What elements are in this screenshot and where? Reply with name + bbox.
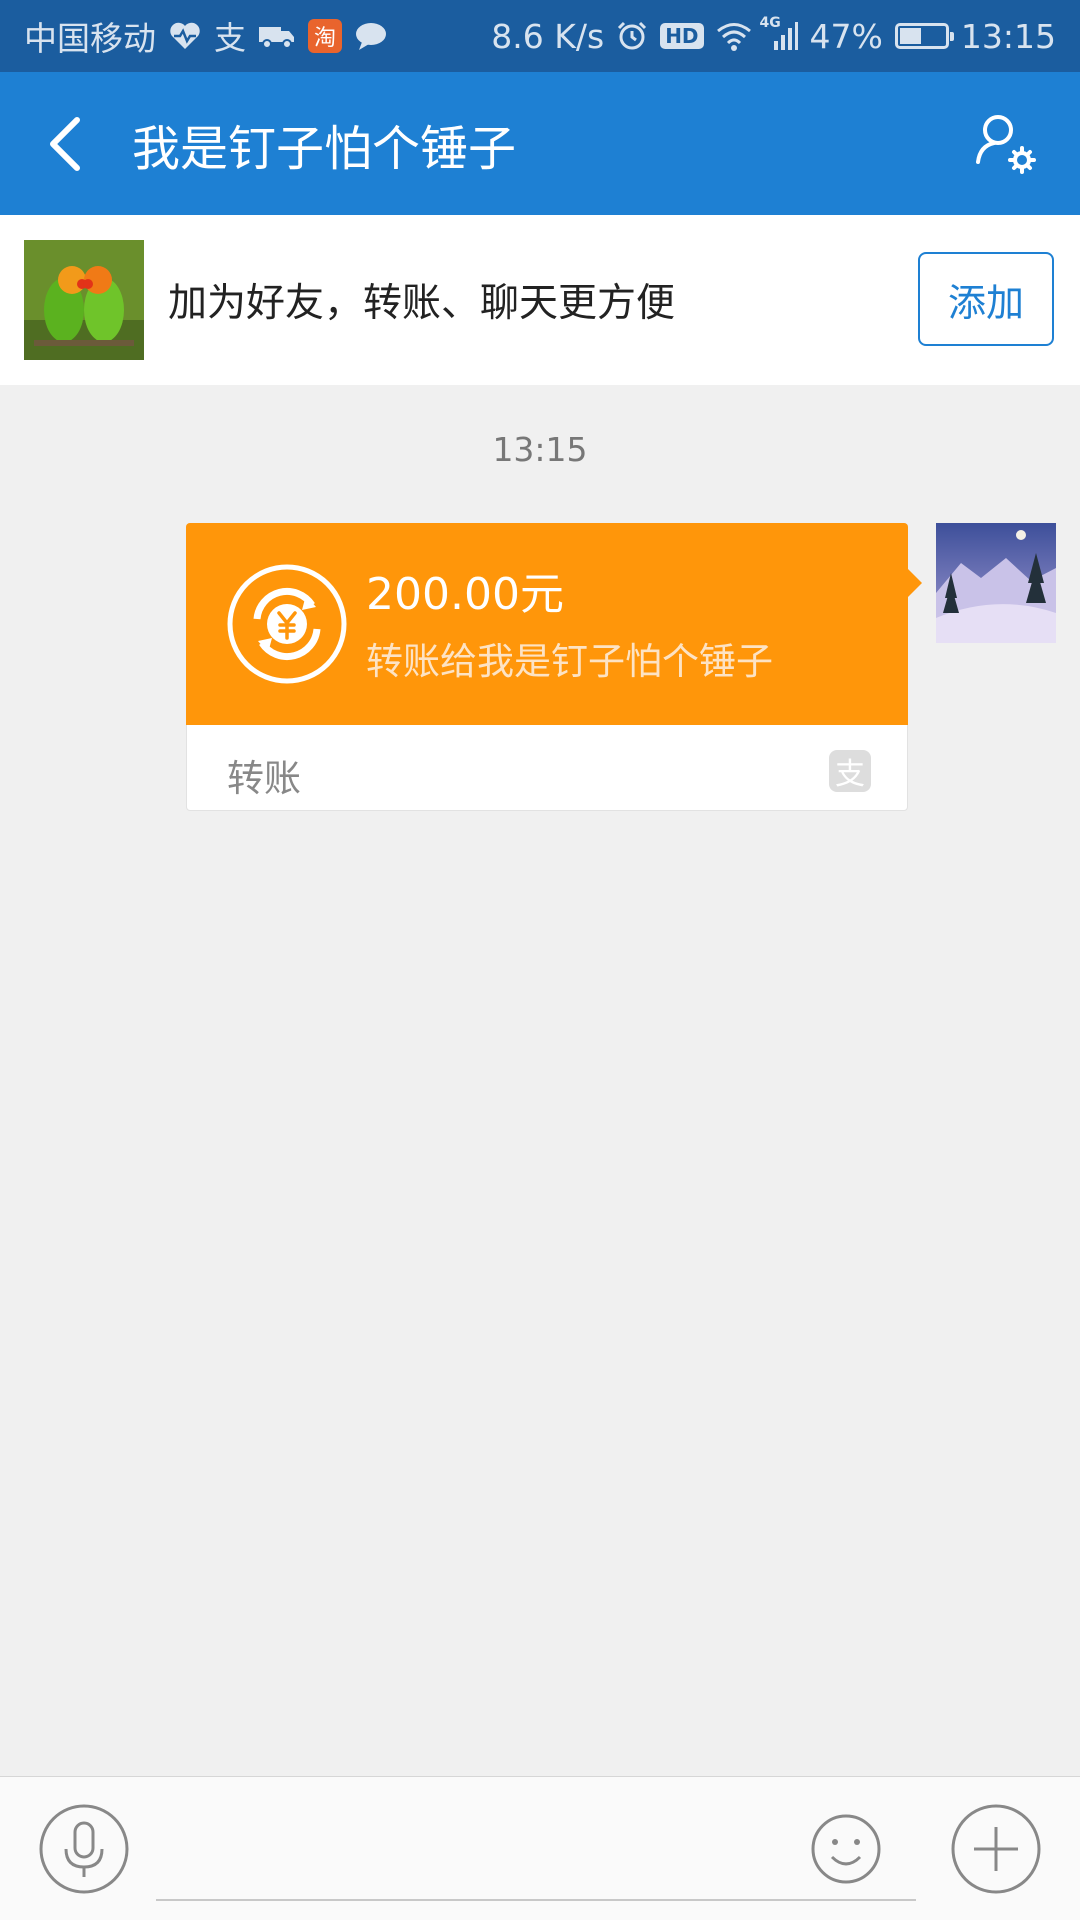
- add-friend-banner: 加为好友，转账、聊天更方便 添加: [0, 215, 1080, 385]
- transfer-yuan-icon: [227, 564, 347, 684]
- signal-icon: 4G: [760, 15, 798, 51]
- transfer-amount: 200.00元: [366, 569, 564, 620]
- microphone-icon: [39, 1804, 129, 1894]
- message-text-field[interactable]: [156, 1797, 916, 1901]
- chevron-left-icon: [50, 116, 80, 171]
- plus-icon: [951, 1804, 1041, 1894]
- hd-icon: HD: [660, 23, 704, 49]
- message-timestamp: 13:15: [492, 430, 588, 469]
- transfer-message-card[interactable]: 200.00元 转账给我是钉子怕个锤子 转账 支: [186, 523, 922, 811]
- battery-percent: 47%: [809, 16, 883, 56]
- add-friend-prompt: 加为好友，转账、聊天更方便: [168, 281, 676, 326]
- message-input-bar: [0, 1776, 1080, 1920]
- status-right: 8.6 K/s HD 4G 47% 13:15: [491, 15, 1056, 56]
- voice-input-button[interactable]: [38, 1803, 130, 1895]
- page-title: 我是钉子怕个锤子: [132, 120, 517, 177]
- transfer-description: 转账给我是钉子怕个锤子: [366, 640, 773, 683]
- user-settings-icon: [976, 115, 1036, 174]
- wifi-icon: [716, 21, 752, 51]
- alipay-logo-icon: 支: [829, 750, 871, 792]
- profile-settings-button[interactable]: [972, 110, 1040, 178]
- network-speed: 8.6 K/s: [491, 16, 605, 56]
- status-time: 13:15: [960, 16, 1056, 56]
- status-bar: 中国移动 支 淘 8.6 K/s HD 4G 47% 13:15: [0, 0, 1080, 72]
- message-bubble-icon: [354, 21, 388, 51]
- add-friend-button[interactable]: 添加: [918, 252, 1054, 346]
- emoji-icon: [811, 1814, 881, 1884]
- friend-avatar[interactable]: [24, 240, 144, 360]
- back-button[interactable]: [10, 72, 120, 215]
- transfer-footer-label: 转账: [227, 757, 301, 800]
- carrier-label: 中国移动: [24, 19, 156, 58]
- chat-header: 我是钉子怕个锤子: [0, 72, 1080, 215]
- delivery-truck-icon: [258, 22, 296, 50]
- bubble-arrow: [906, 567, 922, 599]
- alipay-icon: 支: [214, 19, 247, 57]
- status-left: 中国移动 支 淘: [24, 12, 388, 60]
- battery-icon: [894, 23, 954, 49]
- taobao-icon: 淘: [308, 19, 343, 53]
- more-options-button[interactable]: [950, 1803, 1042, 1895]
- heart-rate-icon: [168, 21, 202, 51]
- my-avatar[interactable]: [936, 523, 1056, 643]
- emoji-button[interactable]: [810, 1813, 882, 1885]
- network-type-label: 4G: [759, 15, 781, 31]
- transfer-card-header: 200.00元 转账给我是钉子怕个锤子: [186, 523, 922, 725]
- alarm-icon: [616, 20, 648, 52]
